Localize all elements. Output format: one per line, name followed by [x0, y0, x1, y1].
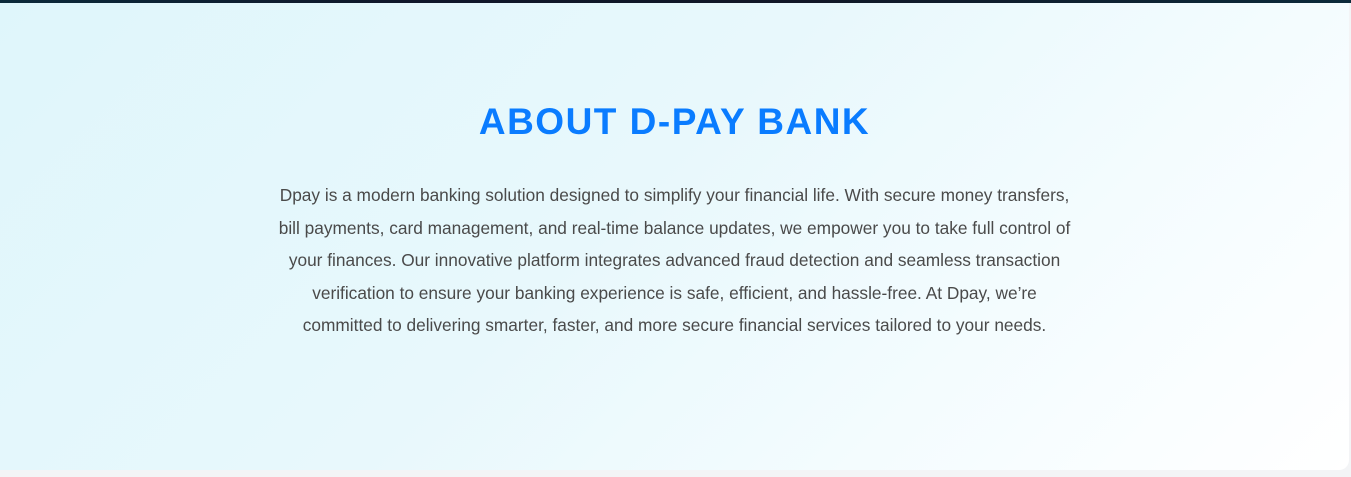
section-divider	[0, 470, 1351, 477]
about-section: ABOUT D-PAY BANK Dpay is a modern bankin…	[0, 3, 1349, 470]
about-description: Dpay is a modern banking solution design…	[278, 185, 1071, 335]
about-title: ABOUT D-PAY BANK	[478, 101, 871, 142]
